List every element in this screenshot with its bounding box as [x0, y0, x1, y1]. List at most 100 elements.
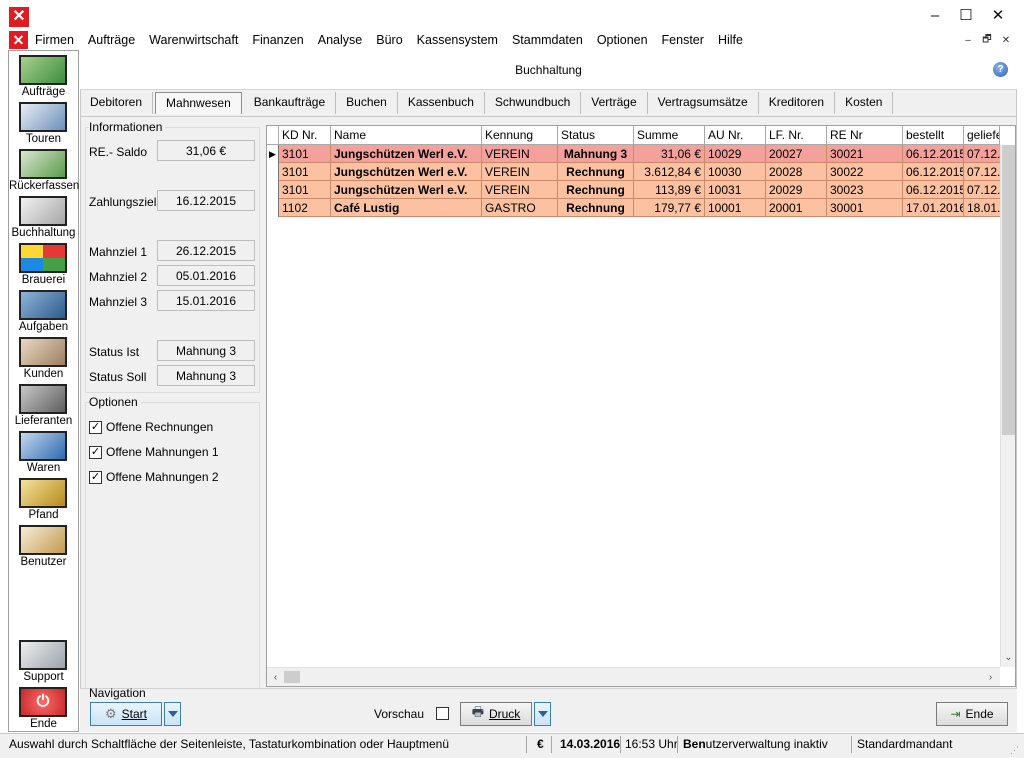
cell-kennung[interactable]: VEREIN: [482, 163, 558, 181]
cell-geliefert[interactable]: 07.12.2: [964, 145, 1000, 163]
cell-kennung[interactable]: GASTRO: [482, 199, 558, 217]
col-header-status[interactable]: Status: [558, 126, 634, 145]
sidebar-item-touren[interactable]: Touren: [9, 100, 78, 147]
cell-status[interactable]: Rechnung: [558, 181, 634, 199]
grid-horizontal-scrollbar[interactable]: ‹ ›: [267, 667, 1000, 686]
menu-finanzen[interactable]: Finanzen: [245, 33, 310, 47]
checkbox-offene-mahnungen-2[interactable]: ✓: [89, 470, 102, 484]
table-row[interactable]: 3101 Jungschützen Werl e.V. VEREIN Rechn…: [267, 163, 1000, 181]
cell-summe[interactable]: 31,06 €: [634, 145, 705, 163]
cell-geliefert[interactable]: 18.01.2: [964, 199, 1000, 217]
cell-bestellt[interactable]: 06.12.2015: [903, 145, 964, 163]
cell-status[interactable]: Rechnung: [558, 199, 634, 217]
col-header-kd-nr[interactable]: KD Nr.: [279, 126, 331, 145]
cell-kd-nr[interactable]: 1102: [279, 199, 331, 217]
cell-name[interactable]: Jungschützen Werl e.V.: [331, 145, 482, 163]
cell-kennung[interactable]: VEREIN: [482, 145, 558, 163]
checkbox-offene-mahnungen-1[interactable]: ✓: [89, 445, 102, 459]
grid-vertical-scrollbar[interactable]: ⌄: [1000, 145, 1015, 667]
tab-kassenbuch[interactable]: Kassenbuch: [398, 92, 485, 114]
cell-summe[interactable]: 3.612,84 €: [634, 163, 705, 181]
cell-re-nr[interactable]: 30001: [827, 199, 903, 217]
option-offene-rechnungen[interactable]: ✓ Offene Rechnungen: [89, 420, 213, 434]
col-header-au-nr[interactable]: AU Nr.: [705, 126, 766, 145]
sidebar-item-ende[interactable]: ⏻ Ende: [9, 685, 78, 732]
menu-fenster[interactable]: Fenster: [655, 33, 711, 47]
tab-bankauftraege[interactable]: Bankaufträge: [244, 92, 337, 114]
start-dropdown-button[interactable]: [164, 702, 181, 726]
menu-analyse[interactable]: Analyse: [311, 33, 369, 47]
cell-lf-nr[interactable]: 20028: [766, 163, 827, 181]
cell-bestellt[interactable]: 06.12.2015: [903, 181, 964, 199]
sidebar-item-benutzer[interactable]: Benutzer: [9, 523, 78, 570]
col-header-name[interactable]: Name: [331, 126, 482, 145]
cell-kd-nr[interactable]: 3101: [279, 145, 331, 163]
col-header-summe[interactable]: Summe: [634, 126, 705, 145]
cell-re-nr[interactable]: 30022: [827, 163, 903, 181]
ende-button[interactable]: ⇥ Ende: [936, 702, 1008, 726]
druck-button[interactable]: 🖶 Druck: [460, 702, 532, 726]
cell-lf-nr[interactable]: 20027: [766, 145, 827, 163]
cell-bestellt[interactable]: 06.12.2015: [903, 163, 964, 181]
tab-vertraege[interactable]: Verträge: [581, 92, 648, 114]
maximize-button[interactable]: ☐: [951, 4, 981, 26]
help-icon[interactable]: ?: [993, 62, 1008, 77]
menu-stammdaten[interactable]: Stammdaten: [505, 33, 590, 47]
tab-schwundbuch[interactable]: Schwundbuch: [485, 92, 582, 114]
tab-debitoren[interactable]: Debitoren: [80, 92, 154, 114]
option-offene-mahnungen-1[interactable]: ✓ Offene Mahnungen 1: [89, 445, 219, 459]
sidebar-item-buchhaltung[interactable]: Buchhaltung: [9, 194, 78, 241]
col-header-kennung[interactable]: Kennung: [482, 126, 558, 145]
checkbox-offene-rechnungen[interactable]: ✓: [89, 420, 102, 434]
close-button[interactable]: ✕: [983, 4, 1013, 26]
table-row[interactable]: ▶ 3101 Jungschützen Werl e.V. VEREIN Mah…: [267, 145, 1000, 163]
cell-kd-nr[interactable]: 3101: [279, 163, 331, 181]
menu-optionen[interactable]: Optionen: [590, 33, 655, 47]
sidebar-item-auftraege[interactable]: Aufträge: [9, 53, 78, 100]
col-header-lf-nr[interactable]: LF. Nr.: [766, 126, 827, 145]
cell-au-nr[interactable]: 10001: [705, 199, 766, 217]
sidebar-item-waren[interactable]: Waren: [9, 429, 78, 476]
cell-geliefert[interactable]: 07.12.2: [964, 181, 1000, 199]
sidebar-item-rueckerfassen[interactable]: Rückerfassen: [9, 147, 79, 194]
menu-auftraege[interactable]: Aufträge: [81, 33, 142, 47]
cell-bestellt[interactable]: 17.01.2016: [903, 199, 964, 217]
scroll-right-arrow-icon[interactable]: ›: [983, 670, 998, 685]
col-header-re-nr[interactable]: RE Nr: [827, 126, 903, 145]
horizontal-scroll-thumb[interactable]: [284, 671, 300, 683]
cell-status[interactable]: Rechnung: [558, 163, 634, 181]
cell-re-nr[interactable]: 30023: [827, 181, 903, 199]
start-button[interactable]: ⚙ Start: [90, 702, 162, 726]
cell-status[interactable]: Mahnung 3: [558, 145, 634, 163]
cell-kennung[interactable]: VEREIN: [482, 181, 558, 199]
menu-hilfe[interactable]: Hilfe: [711, 33, 750, 47]
col-header-geliefert[interactable]: geliefe: [964, 126, 1000, 145]
sidebar-item-brauerei[interactable]: Brauerei: [9, 241, 78, 288]
cell-summe[interactable]: 179,77 €: [634, 199, 705, 217]
app-logo-icon[interactable]: ✕: [9, 7, 29, 27]
menu-kassensystem[interactable]: Kassensystem: [410, 33, 505, 47]
cell-lf-nr[interactable]: 20029: [766, 181, 827, 199]
tab-kosten[interactable]: Kosten: [835, 92, 894, 114]
scroll-left-arrow-icon[interactable]: ‹: [268, 670, 283, 685]
druck-dropdown-button[interactable]: [534, 702, 551, 726]
sidebar-item-kunden[interactable]: Kunden: [9, 335, 78, 382]
vertical-scroll-thumb[interactable]: [1002, 145, 1015, 435]
sidebar-item-support[interactable]: Support: [9, 638, 78, 685]
mdi-close-button[interactable]: ✕: [997, 32, 1015, 48]
cell-name[interactable]: Café Lustig: [331, 199, 482, 217]
menu-warenwirtschaft[interactable]: Warenwirtschaft: [142, 33, 245, 47]
sidebar-item-lieferanten[interactable]: Lieferanten: [9, 382, 78, 429]
cell-au-nr[interactable]: 10030: [705, 163, 766, 181]
minimize-button[interactable]: –: [920, 4, 950, 26]
tab-mahnwesen[interactable]: Mahnwesen: [155, 92, 242, 114]
menu-buero[interactable]: Büro: [369, 33, 409, 47]
cell-kd-nr[interactable]: 3101: [279, 181, 331, 199]
cell-au-nr[interactable]: 10029: [705, 145, 766, 163]
mdi-restore-button[interactable]: 🗗: [978, 32, 996, 48]
cell-au-nr[interactable]: 10031: [705, 181, 766, 199]
cell-name[interactable]: Jungschützen Werl e.V.: [331, 163, 482, 181]
cell-lf-nr[interactable]: 20001: [766, 199, 827, 217]
menu-firmen[interactable]: Firmen: [28, 33, 81, 47]
tab-buchen[interactable]: Buchen: [336, 92, 398, 114]
